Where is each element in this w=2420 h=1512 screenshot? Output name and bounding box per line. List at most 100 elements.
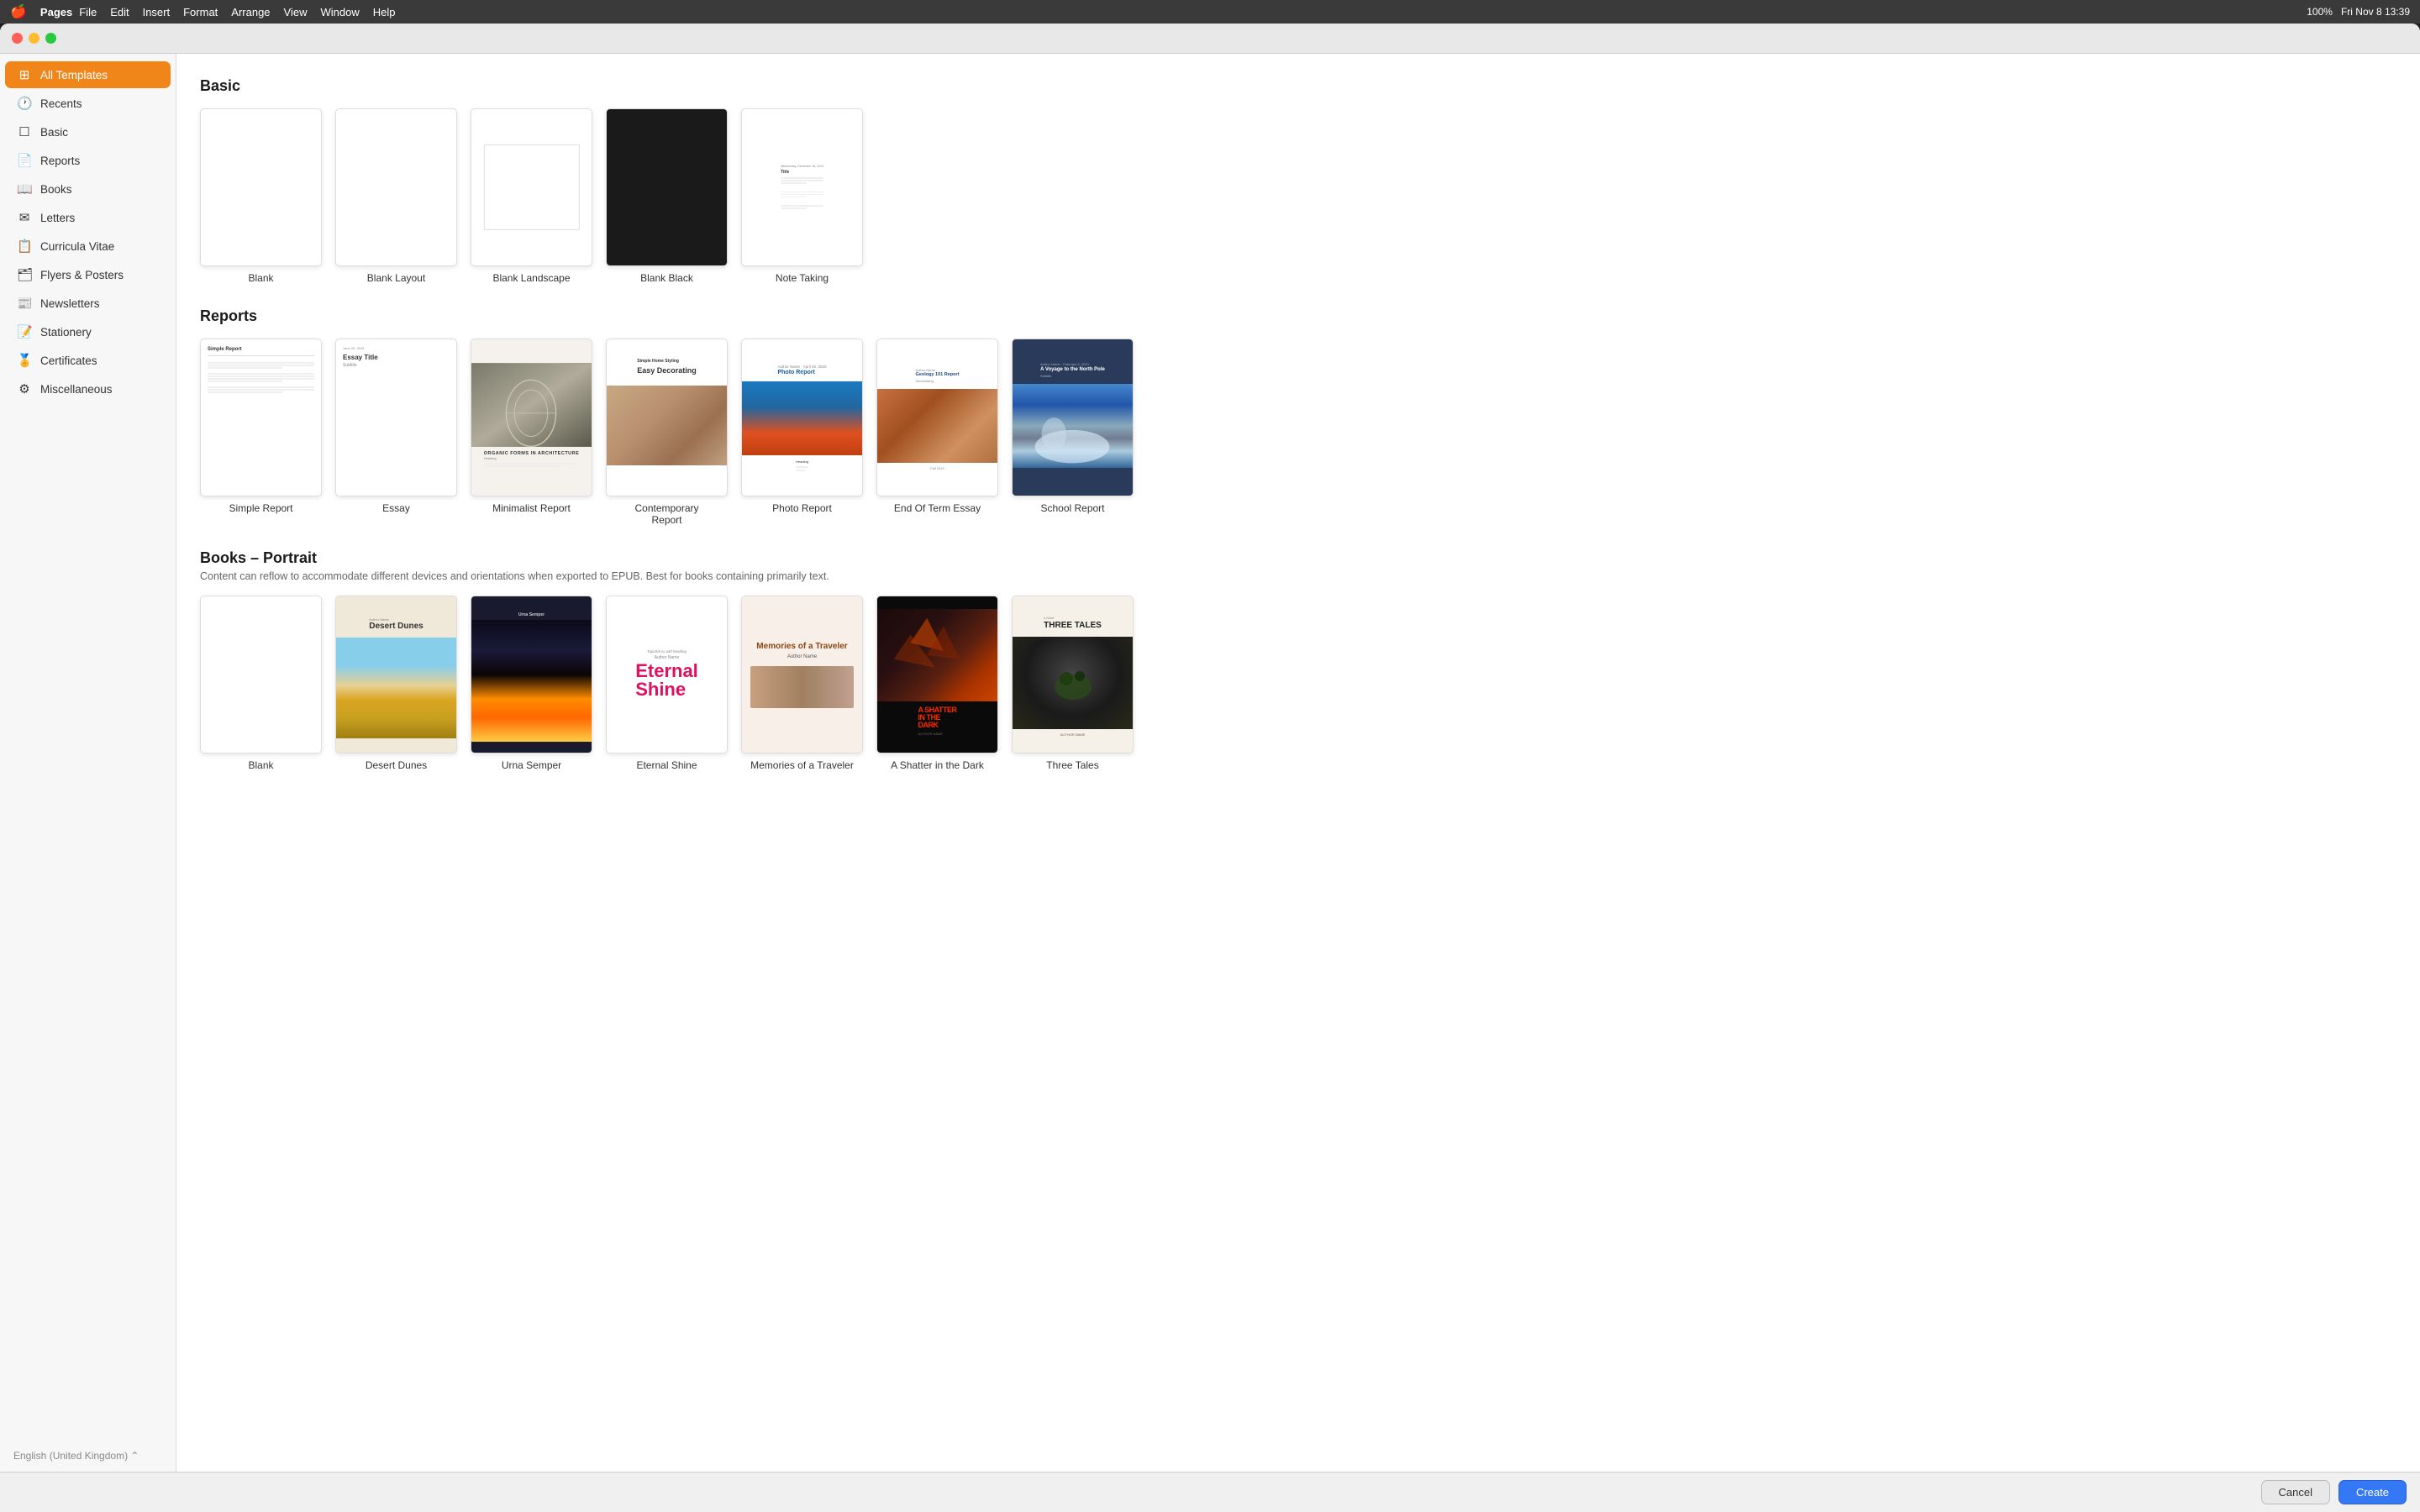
template-blank-landscape[interactable]: Blank Landscape — [471, 108, 592, 284]
sidebar-item-letters[interactable]: ✉ Letters — [5, 204, 171, 231]
voyage-footer — [1066, 468, 1080, 479]
template-thumb-essay[interactable]: June 20, 2019 Essay Title Subtitle — [335, 339, 457, 496]
three-novel-label: A Novel — [1044, 617, 1102, 620]
template-thumb-contemporary-report[interactable]: Simple Home Styling Easy Decorating — [606, 339, 728, 496]
menu-edit[interactable]: Edit — [110, 6, 129, 18]
template-photo-report[interactable]: Author Name · April 20, 2020 Photo Repor… — [741, 339, 863, 526]
menu-format[interactable]: Format — [183, 6, 218, 18]
apple-menu[interactable]: 🍎 — [10, 3, 27, 20]
template-three-tales[interactable]: A Novel THREE TALES AUTHOR NAME — [1012, 596, 1134, 771]
template-label-note-taking: Note Taking — [776, 272, 829, 284]
menu-insert[interactable]: Insert — [143, 6, 171, 18]
photo-report-header: Author Name · April 20, 2020 Photo Repor… — [770, 359, 834, 381]
template-thumb-blank-landscape[interactable] — [471, 108, 592, 266]
sidebar-item-basic[interactable]: ☐ Basic — [5, 118, 171, 145]
sidebar-item-miscellaneous[interactable]: ⚙ Miscellaneous — [5, 375, 171, 402]
template-thumb-note-taking[interactable]: Wednesday, December 18, 2019 Title — [741, 108, 863, 266]
contemp-label-simple: Simple Home Styling — [637, 359, 697, 364]
template-shatter-dark[interactable]: A SHATTERIN THEDARK AUTHOR NAME A Shatte… — [876, 596, 998, 771]
sidebar-item-all-templates[interactable]: ⊞ All Templates — [5, 61, 171, 88]
template-thumb-school-report[interactable]: Author Name · February 8, 2020 A Voyage … — [1012, 339, 1134, 496]
arch-heading: ORGANIC FORMS IN ARCHITECTURE — [484, 451, 580, 456]
template-thumb-memories-traveler[interactable]: Memories of a Traveler Author Name — [741, 596, 863, 753]
template-thumb-photo-report[interactable]: Author Name · April 20, 2020 Photo Repor… — [741, 339, 863, 496]
cancel-button[interactable]: Cancel — [2261, 1480, 2330, 1504]
text-line-4 — [208, 373, 314, 375]
template-end-of-term-essay[interactable]: Author Name Geology 101 Report Subheadin… — [876, 339, 998, 526]
template-label-simple-report: Simple Report — [229, 502, 292, 514]
template-urna-semper[interactable]: Urna Semper Urna Semper — [471, 596, 592, 771]
sidebar-item-certificates[interactable]: 🏅 Certificates — [5, 347, 171, 374]
contemp-content: Simple Home Styling Easy Decorating — [630, 352, 703, 386]
template-memories-traveler[interactable]: Memories of a Traveler Author Name Memor… — [741, 596, 863, 771]
template-thumb-minimalist-report[interactable]: ORGANIC FORMS IN ARCHITECTURE Heading — [471, 339, 592, 496]
template-thumb-eternal-shine[interactable]: Tapclick to add heading Author Name Eter… — [606, 596, 728, 753]
footer-bar: Cancel Create — [0, 1472, 2420, 1512]
text-line-10 — [208, 391, 282, 393]
template-thumb-simple-report[interactable]: Simple Report — [200, 339, 322, 496]
template-blank-black[interactable]: Blank Black — [606, 108, 728, 284]
template-blank[interactable]: Blank — [200, 108, 322, 284]
template-simple-report[interactable]: Simple Report — [200, 339, 322, 526]
sidebar-item-recents[interactable]: 🕐 Recents — [5, 90, 171, 117]
menu-items: File Edit Insert Format Arrange View Win… — [79, 6, 395, 18]
language-selector[interactable]: English (United Kingdom) ⌃ — [0, 1443, 176, 1472]
memories-photo — [750, 666, 854, 708]
template-essay[interactable]: June 20, 2019 Essay Title Subtitle — [335, 339, 457, 526]
template-contemporary-report[interactable]: Simple Home Styling Easy Decorating Cont… — [606, 339, 728, 526]
sidebar-item-reports[interactable]: 📄 Reports — [5, 147, 171, 174]
template-label-school-report: School Report — [1040, 502, 1104, 514]
simple-report-title: Simple Report — [208, 346, 314, 353]
sidebar-item-books[interactable]: 📖 Books — [5, 176, 171, 202]
datetime: Fri Nov 8 13:39 — [2341, 6, 2410, 18]
template-thumb-book-blank[interactable] — [200, 596, 322, 753]
template-thumb-desert-dunes[interactable]: Author Name Desert Dunes — [335, 596, 457, 753]
menu-window[interactable]: Window — [320, 6, 359, 18]
template-note-taking[interactable]: Wednesday, December 18, 2019 Title — [741, 108, 863, 284]
essay-content: June 20, 2019 Essay Title Subtitle — [336, 339, 456, 496]
template-thumb-blank[interactable] — [200, 108, 322, 266]
memories-author: Author Name — [787, 654, 817, 659]
template-blank-layout[interactable]: Blank Layout — [335, 108, 457, 284]
main-content: Basic Blank Blank Layout — [176, 54, 2420, 1472]
template-eternal-shine[interactable]: Tapclick to add heading Author Name Eter… — [606, 596, 728, 771]
menu-view[interactable]: View — [284, 6, 308, 18]
template-thumb-three-tales[interactable]: A Novel THREE TALES AUTHOR NAME — [1012, 596, 1134, 753]
contemp-main-title: Easy Decorating — [637, 366, 697, 375]
template-thumb-blank-layout[interactable] — [335, 108, 457, 266]
menu-help[interactable]: Help — [373, 6, 396, 18]
sidebar-item-curricula-vitae[interactable]: 📋 Curricula Vitae — [5, 233, 171, 260]
menu-file[interactable]: File — [79, 6, 97, 18]
close-button[interactable] — [12, 33, 23, 44]
menu-arrange[interactable]: Arrange — [231, 6, 270, 18]
app-name[interactable]: Pages — [40, 6, 72, 18]
create-button[interactable]: Create — [2338, 1480, 2407, 1504]
note-line-7 — [781, 205, 823, 207]
sidebar-item-flyers-posters[interactable]: 🗂 Flyers & Posters — [5, 261, 171, 288]
template-desert-dunes[interactable]: Author Name Desert Dunes Desert Dunes — [335, 596, 457, 771]
minimize-button[interactable] — [29, 33, 39, 44]
template-label-essay: Essay — [382, 502, 410, 514]
template-minimalist-report[interactable]: ORGANIC FORMS IN ARCHITECTURE Heading Mi… — [471, 339, 592, 526]
sidebar-item-newsletters[interactable]: 📰 Newsletters — [5, 290, 171, 317]
sidebar-label-misc: Miscellaneous — [40, 383, 113, 396]
three-header: A Novel THREE TALES — [1037, 610, 1108, 637]
template-thumb-blank-black[interactable] — [606, 108, 728, 266]
sidebar-label-all-templates: All Templates — [40, 69, 108, 81]
maximize-button[interactable] — [45, 33, 56, 44]
template-thumb-urna-semper[interactable]: Urna Semper — [471, 596, 592, 753]
term-term: Fall 2019 — [930, 466, 944, 470]
photo-report-image — [742, 381, 862, 455]
sidebar-item-stationery[interactable]: 📝 Stationery — [5, 318, 171, 345]
template-label-end-of-term-essay: End Of Term Essay — [894, 502, 981, 514]
template-thumb-end-of-term-essay[interactable]: Author Name Geology 101 Report Subheadin… — [876, 339, 998, 496]
note-taking-content: Wednesday, December 18, 2019 Title — [774, 160, 830, 215]
voyage-title: A Voyage to the North Pole — [1040, 367, 1105, 373]
template-book-blank[interactable]: Blank — [200, 596, 322, 771]
urna-label: Urna Semper — [518, 612, 544, 617]
template-school-report[interactable]: Author Name · February 8, 2020 A Voyage … — [1012, 339, 1134, 526]
template-thumb-shatter-dark[interactable]: A SHATTERIN THEDARK AUTHOR NAME — [876, 596, 998, 753]
text-line-3 — [208, 367, 282, 369]
language-label: English (United Kingdom) — [13, 1450, 128, 1462]
note-date: Wednesday, December 18, 2019 — [781, 165, 823, 168]
